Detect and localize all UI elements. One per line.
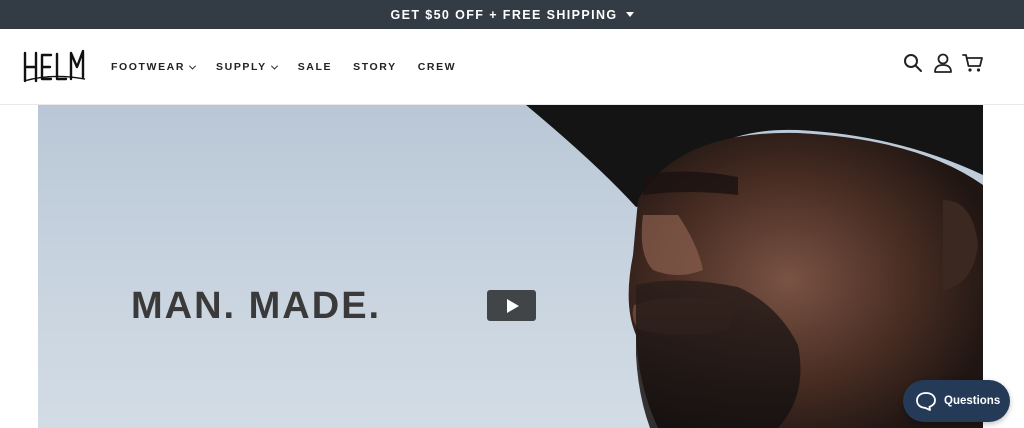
chat-widget-button[interactable]: Questions: [903, 380, 1010, 422]
chat-bubble-icon: [916, 392, 936, 411]
nav-item-label: SUPPLY: [216, 61, 267, 73]
promo-bar[interactable]: GET $50 OFF + FREE SHIPPING: [0, 0, 1024, 29]
nav-item-sale[interactable]: SALE: [298, 61, 332, 73]
search-icon[interactable]: [902, 52, 924, 74]
promo-text: GET $50 OFF + FREE SHIPPING: [390, 7, 618, 22]
main-nav: FOOTWEAR SUPPLY SALE STORY CREW: [111, 29, 477, 105]
nav-item-label: FOOTWEAR: [111, 61, 186, 73]
nav-item-label: SALE: [297, 61, 333, 73]
nav-item-supply[interactable]: SUPPLY: [216, 61, 278, 73]
brand-logo[interactable]: [22, 47, 86, 85]
chevron-down-icon: [189, 62, 197, 70]
hero-headline: MAN. MADE.: [131, 285, 382, 327]
chat-label: Questions: [944, 395, 1001, 407]
hero-portrait: [526, 105, 983, 428]
nav-item-footwear[interactable]: FOOTWEAR: [111, 61, 197, 73]
nav-item-label: CREW: [417, 61, 457, 73]
hero-video[interactable]: MAN. MADE.: [38, 105, 983, 428]
site-header: FOOTWEAR SUPPLY SALE STORY CREW: [0, 29, 1024, 105]
play-button[interactable]: [487, 290, 536, 321]
nav-item-story[interactable]: STORY: [353, 61, 397, 73]
chevron-down-icon: [270, 62, 278, 70]
account-icon[interactable]: [932, 52, 954, 74]
cart-icon[interactable]: [962, 52, 984, 74]
nav-item-crew[interactable]: CREW: [418, 61, 456, 73]
play-icon: [507, 298, 519, 313]
nav-item-label: STORY: [353, 61, 397, 73]
chevron-down-icon[interactable]: [625, 12, 634, 17]
header-actions: [894, 52, 984, 74]
